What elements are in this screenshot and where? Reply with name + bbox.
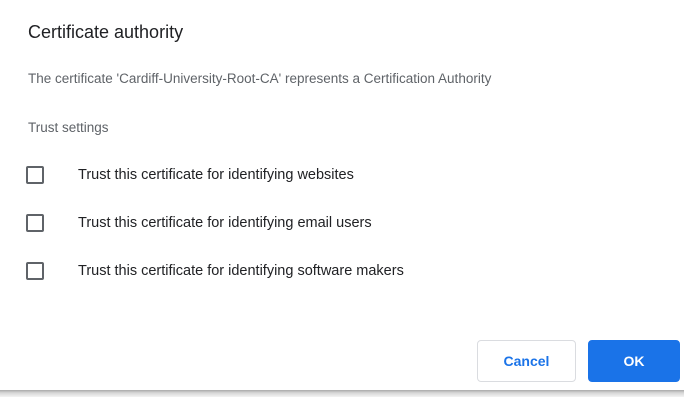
software-makers-option-label: Trust this certificate for identifying s… [78,263,404,279]
trust-settings-label: Trust settings [28,120,109,135]
dialog-title: Certificate authority [28,22,184,42]
certificate-authority-dialog: Certificate authority The certificate 'C… [0,0,684,391]
cancel-button[interactable]: Cancel [477,340,576,382]
dialog-description: The certificate 'Cardiff-University-Root… [28,71,492,86]
option-trust-software-makers[interactable]: Trust this certificate for identifying s… [26,260,404,282]
option-trust-email-users[interactable]: Trust this certificate for identifying e… [26,212,372,234]
websites-option-label: Trust this certificate for identifying w… [78,167,354,183]
websites-checkbox[interactable] [26,166,44,184]
email-users-option-label: Trust this certificate for identifying e… [78,215,372,231]
software-makers-checkbox[interactable] [26,262,44,280]
ok-button[interactable]: OK [588,340,680,382]
option-trust-websites[interactable]: Trust this certificate for identifying w… [26,164,354,186]
email-users-checkbox[interactable] [26,214,44,232]
dialog-bottom-shadow [0,390,684,397]
